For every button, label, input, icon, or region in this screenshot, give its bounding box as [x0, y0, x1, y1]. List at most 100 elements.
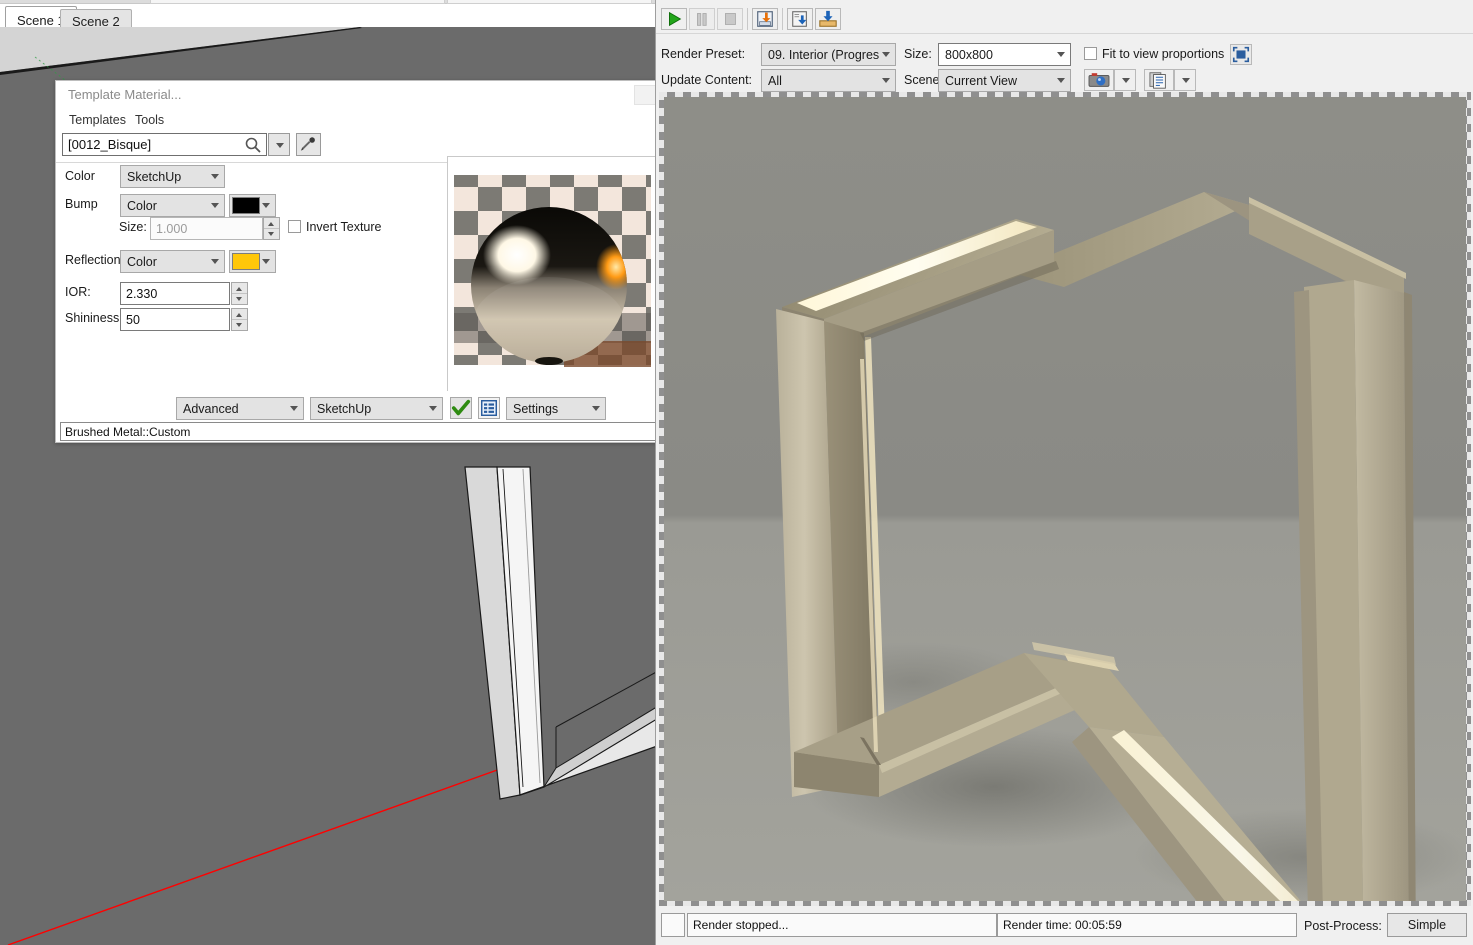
- size-combo[interactable]: 800x800: [938, 43, 1071, 66]
- reflection-type-combo[interactable]: Color: [120, 250, 225, 273]
- chevron-down-icon: [882, 78, 890, 83]
- chevron-down-icon: [262, 203, 270, 208]
- save-file-button[interactable]: [787, 8, 813, 30]
- stepper-up-icon[interactable]: [232, 309, 247, 320]
- stepper-up-icon[interactable]: [232, 283, 247, 294]
- eyedropper-icon[interactable]: [296, 133, 321, 156]
- dialog-titlebar[interactable]: Template Material...: [56, 81, 660, 109]
- invert-texture-label: Invert Texture: [306, 220, 382, 234]
- material-search-input[interactable]: [0012_Bisque]: [62, 133, 267, 156]
- render-preset-value: 09. Interior (Progres: [768, 48, 880, 62]
- search-icon: [245, 137, 261, 153]
- mode-value: Advanced: [183, 402, 239, 416]
- fit-to-view-checkbox[interactable]: Fit to view proportions: [1084, 47, 1224, 61]
- camera-button[interactable]: [1084, 69, 1114, 91]
- label-bump: Bump: [65, 197, 98, 211]
- chevron-down-icon: [211, 203, 219, 208]
- rendered-image[interactable]: [664, 97, 1466, 901]
- export-button[interactable]: [815, 8, 841, 30]
- material-list-button[interactable]: [478, 397, 500, 419]
- bump-size-input[interactable]: 1.000: [150, 217, 263, 240]
- dialog-menubar[interactable]: Templates Tools: [56, 109, 660, 131]
- material-status-bar: Brushed Metal::Custom: [60, 422, 656, 441]
- checkbox-icon[interactable]: [288, 220, 301, 233]
- render-image-area[interactable]: [659, 92, 1471, 906]
- green-check-icon: [451, 399, 471, 416]
- stepper-down-icon[interactable]: [264, 228, 279, 239]
- chevron-down-icon: [882, 52, 890, 57]
- render-pause-button: [689, 8, 715, 30]
- play-icon: [669, 11, 682, 27]
- size-value: 800x800: [945, 48, 993, 62]
- camera-dropdown[interactable]: [1114, 69, 1136, 91]
- channels-dropdown[interactable]: [1174, 69, 1196, 91]
- checkbox-icon[interactable]: [1084, 47, 1097, 60]
- stepper-up-icon[interactable]: [264, 218, 279, 229]
- scene-value: Current View: [945, 74, 1018, 88]
- chevron-down-icon: [211, 174, 219, 179]
- label-color: Color: [65, 169, 95, 183]
- stop-icon: [724, 13, 736, 25]
- engine-combo[interactable]: SketchUp: [310, 397, 443, 420]
- render-toolbar: [656, 4, 1473, 34]
- save-image-button[interactable]: [752, 8, 778, 30]
- chevron-down-icon: [290, 406, 298, 411]
- bump-color-swatch[interactable]: [232, 197, 260, 214]
- save-file-icon: [792, 11, 807, 27]
- label-ior: IOR:: [65, 285, 91, 299]
- bump-color-swatch-box[interactable]: [229, 194, 276, 217]
- post-process-label: Post-Process:: [1304, 919, 1382, 933]
- chevron-down-icon: [1057, 78, 1065, 83]
- settings-combo[interactable]: Settings: [506, 397, 606, 420]
- label-size: Size:: [119, 220, 147, 234]
- ior-stepper[interactable]: [231, 282, 248, 305]
- chevron-down-icon[interactable]: [268, 133, 290, 156]
- update-content-combo[interactable]: All: [761, 69, 896, 92]
- render-time-text: Render time: 00:05:59: [997, 913, 1297, 937]
- label-reflection: Reflection: [65, 253, 121, 267]
- stepper-down-icon[interactable]: [232, 319, 247, 330]
- color-type-value: SketchUp: [127, 170, 182, 184]
- render-play-button[interactable]: [661, 8, 687, 30]
- close-icon[interactable]: [634, 85, 656, 105]
- scene-combo[interactable]: Current View: [938, 69, 1071, 92]
- material-editor-dialog[interactable]: Template Material... Templates Tools [00…: [55, 80, 660, 443]
- material-preview-image[interactable]: [454, 163, 651, 396]
- ior-input[interactable]: 2.330: [120, 282, 230, 305]
- label-shininess: Shininess:: [65, 311, 123, 325]
- label-update-content: Update Content:: [661, 73, 753, 87]
- export-icon: [819, 10, 837, 27]
- fit-view-icon: [1232, 46, 1250, 63]
- status-indicator: [661, 913, 685, 937]
- scene-tabstrip: Scene 1 Scene 2: [0, 4, 660, 31]
- channels-icon: [1149, 72, 1166, 89]
- label-size: Size:: [904, 47, 932, 61]
- reflection-color-swatch-box[interactable]: [229, 250, 276, 273]
- apply-material-button[interactable]: [450, 397, 472, 419]
- shininess-stepper[interactable]: [231, 308, 248, 331]
- stepper-down-icon[interactable]: [232, 293, 247, 304]
- list-icon: [481, 400, 497, 416]
- post-process-button[interactable]: Simple: [1387, 913, 1467, 937]
- bump-size-stepper[interactable]: [263, 217, 280, 240]
- reflection-color-swatch[interactable]: [232, 253, 260, 270]
- mode-combo[interactable]: Advanced: [176, 397, 304, 420]
- save-image-icon: [757, 11, 773, 27]
- render-panel: Render Settings: [655, 0, 1473, 945]
- fit-view-button[interactable]: [1230, 44, 1252, 65]
- invert-texture-checkbox[interactable]: Invert Texture: [288, 220, 382, 234]
- channels-button[interactable]: [1144, 69, 1174, 91]
- label-render-preset: Render Preset:: [661, 47, 746, 61]
- engine-value: SketchUp: [317, 402, 372, 416]
- menu-templates[interactable]: Templates: [65, 112, 130, 128]
- color-type-combo[interactable]: SketchUp: [120, 165, 225, 188]
- shininess-input[interactable]: 50: [120, 308, 230, 331]
- settings-value: Settings: [513, 402, 559, 416]
- fit-to-view-label: Fit to view proportions: [1102, 47, 1225, 61]
- bump-type-combo[interactable]: Color: [120, 194, 225, 217]
- render-status-text: Render stopped...: [687, 913, 997, 937]
- chevron-down-icon: [262, 259, 270, 264]
- render-preset-combo[interactable]: 09. Interior (Progres: [761, 43, 896, 66]
- menu-tools[interactable]: Tools: [131, 112, 168, 128]
- render-settings-row: Render Preset: 09. Interior (Progres Upd…: [656, 35, 1473, 92]
